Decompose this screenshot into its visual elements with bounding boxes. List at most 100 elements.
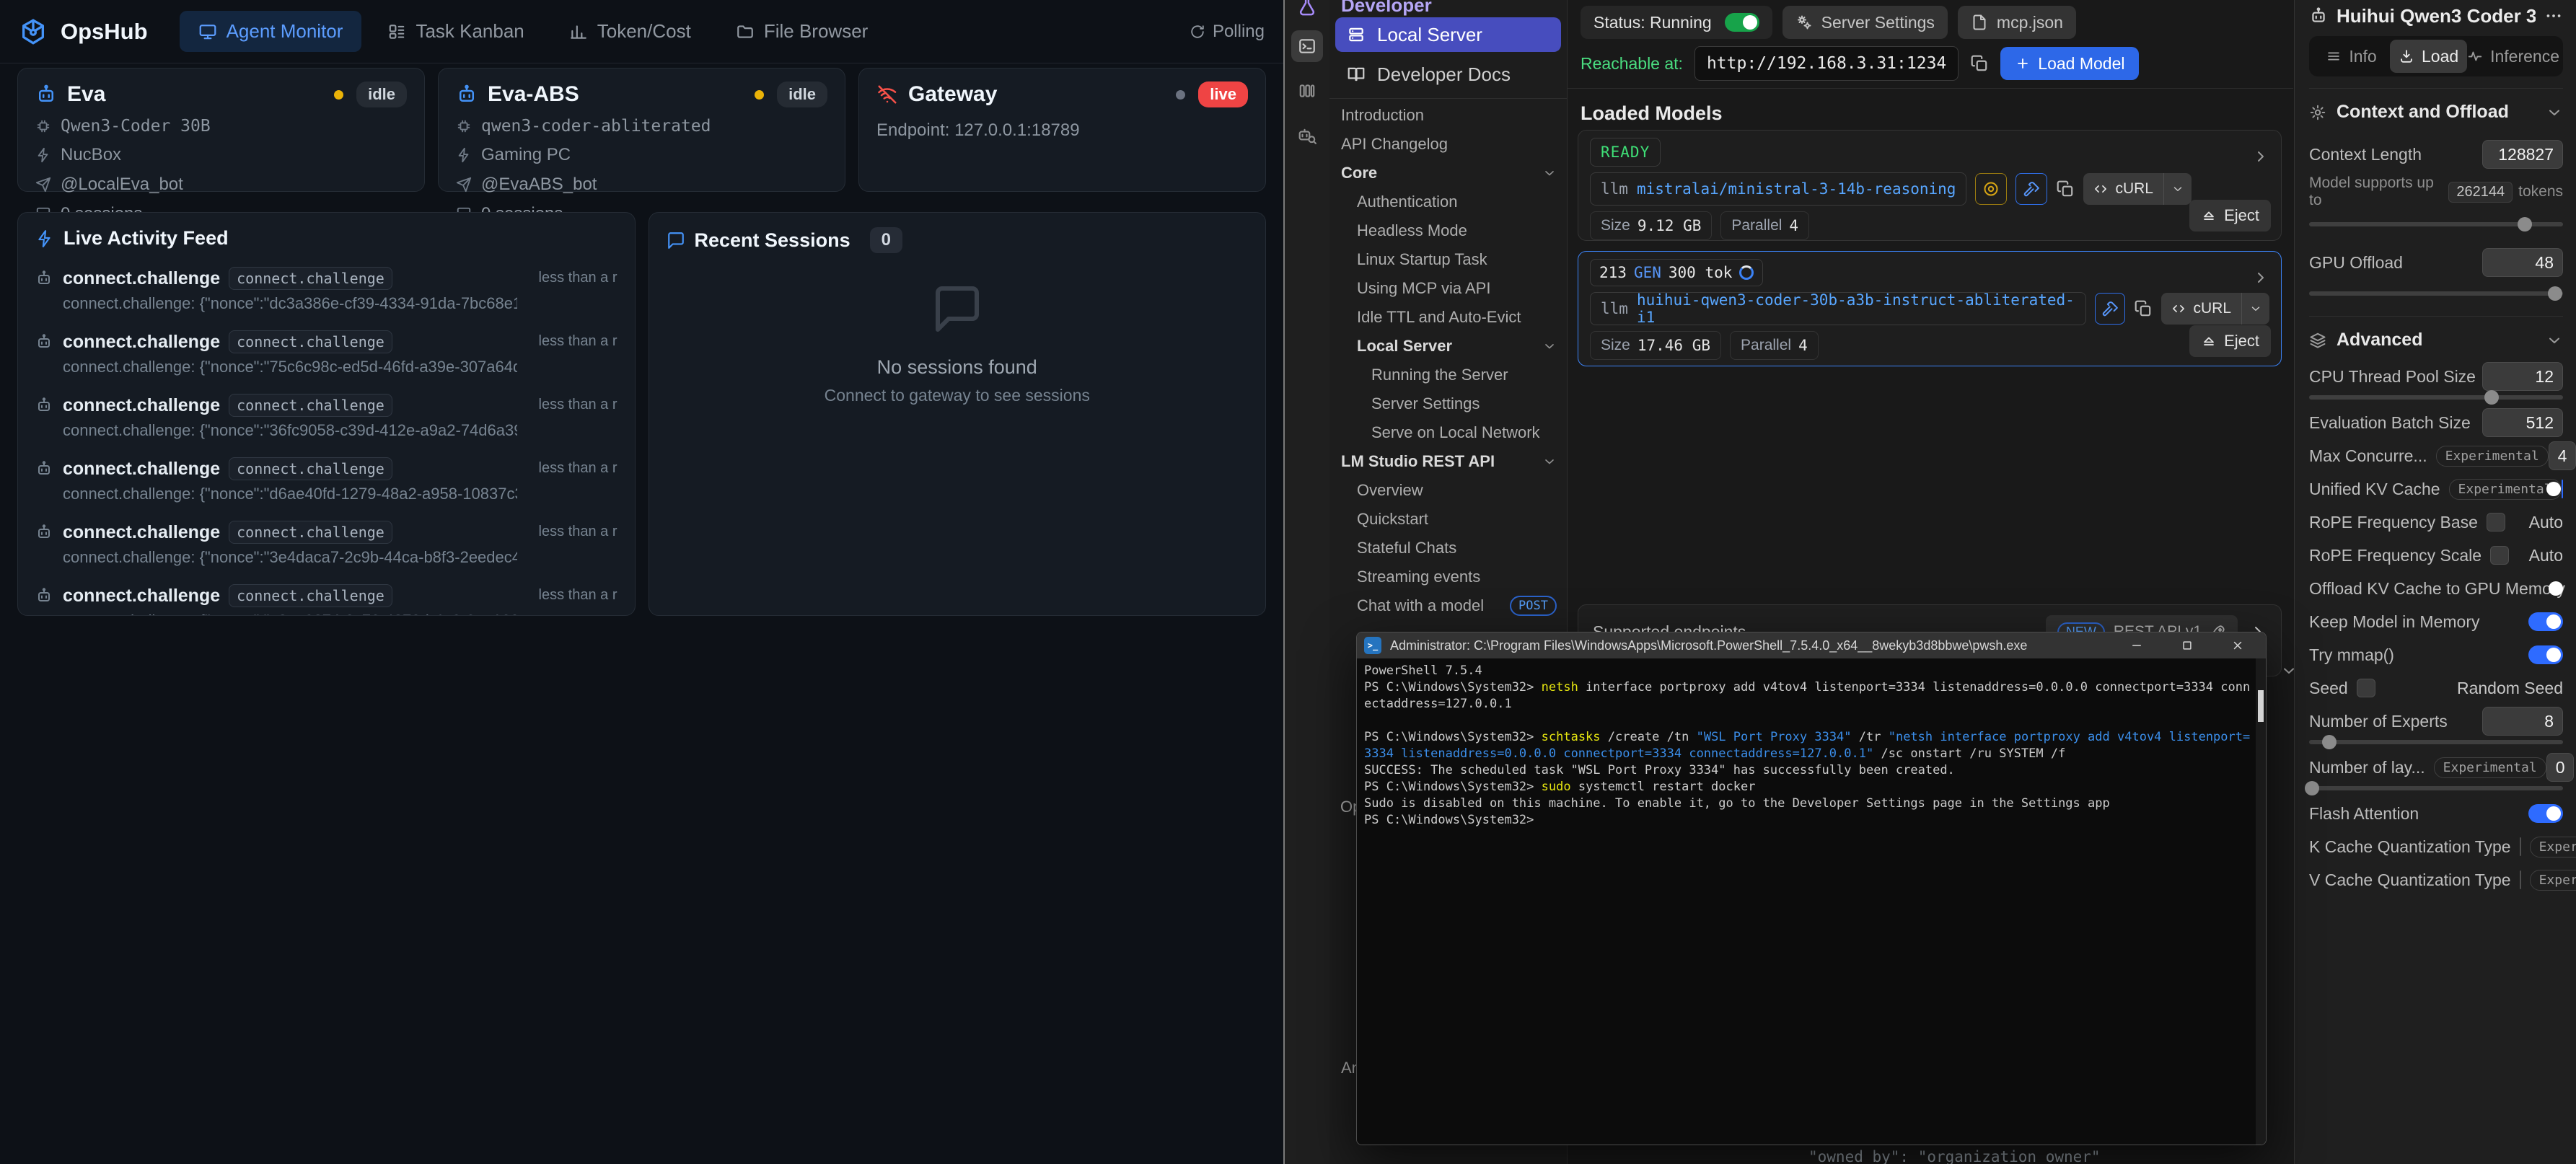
slider-thumb[interactable] — [2305, 781, 2319, 795]
copy-icon[interactable] — [1970, 54, 1989, 73]
docs-nav-item[interactable]: Linux Startup Task — [1329, 245, 1567, 274]
docs-nav-item[interactable]: LM Studio REST API — [1329, 447, 1567, 476]
tab-inference[interactable]: Inference — [2467, 40, 2559, 73]
scrollbar-thumb[interactable] — [2258, 690, 2264, 722]
slider-thumb[interactable] — [2548, 286, 2562, 301]
polling-indicator[interactable]: Polling — [1190, 22, 1265, 42]
close-button[interactable] — [2217, 632, 2259, 658]
agent-card: GatewayliveEndpoint: 127.0.0.1:18789 — [858, 68, 1266, 192]
mcp-json-button[interactable]: mcp.json — [1958, 6, 2076, 39]
value-input[interactable]: 0 — [2546, 753, 2575, 782]
event-type-badge: connect.challenge — [229, 584, 392, 607]
gpu-offload-input[interactable]: 48 — [2482, 248, 2563, 277]
minimize-button[interactable] — [2116, 632, 2158, 658]
copy-icon[interactable] — [2056, 180, 2075, 198]
value-input[interactable]: 4 — [2549, 441, 2576, 470]
max-tokens-value[interactable]: 262144 — [2448, 182, 2513, 203]
eject-button[interactable]: Eject — [2189, 200, 2271, 232]
tab-file-browser[interactable]: File Browser — [717, 11, 887, 52]
slider[interactable] — [2309, 395, 2563, 400]
docs-nav-item[interactable]: Using MCP via API — [1329, 274, 1567, 303]
checkbox[interactable] — [2520, 837, 2521, 856]
docs-nav-item[interactable]: Serve on Local Network — [1329, 418, 1567, 447]
terminal-titlebar[interactable]: >_ Administrator: C:\Program Files\Windo… — [1357, 632, 2266, 658]
docs-nav-item[interactable]: Overview — [1329, 476, 1567, 505]
terminal-scrollbar[interactable] — [2256, 658, 2266, 1145]
curl-dropdown[interactable]: cURL — [2161, 293, 2269, 325]
docs-nav-label: LM Studio REST API — [1341, 452, 1495, 471]
sidebar-item-local-server[interactable]: Local Server — [1335, 17, 1561, 52]
docs-nav-item[interactable]: Authentication — [1329, 188, 1567, 216]
checkbox[interactable] — [2520, 870, 2521, 889]
tab-info[interactable]: Info — [2313, 40, 2390, 73]
context-offload-section-header[interactable]: Context and Offload — [2309, 102, 2563, 123]
event-type-badge: connect.challenge — [229, 457, 392, 480]
tools-capability-button[interactable] — [2015, 173, 2047, 205]
docs-nav-item[interactable]: Idle TTL and Auto-Evict — [1329, 303, 1567, 332]
eject-button[interactable]: Eject — [2189, 325, 2271, 357]
docs-nav-item[interactable]: Server Settings — [1329, 389, 1567, 418]
chevron-right-icon[interactable] — [2252, 148, 2269, 165]
event-detail: connect.challenge: {"nonce":"dc3a386e-cf… — [63, 294, 517, 313]
toggle[interactable] — [2562, 480, 2563, 498]
kanban-icon — [387, 22, 406, 41]
context-length-slider[interactable] — [2309, 222, 2563, 226]
slider[interactable] — [2309, 786, 2563, 790]
vision-capability-button[interactable] — [1975, 173, 2007, 205]
toggle[interactable] — [2528, 804, 2563, 823]
docs-nav-item[interactable]: Introduction — [1329, 101, 1567, 130]
docs-nav-item[interactable]: Headless Mode — [1329, 216, 1567, 245]
docs-nav-item[interactable]: Local Server — [1329, 332, 1567, 361]
developer-flask-icon[interactable] — [1296, 0, 1318, 17]
advanced-section-header[interactable]: Advanced — [2309, 330, 2563, 350]
ellipsis-menu-icon[interactable] — [2544, 6, 2563, 25]
docs-nav-item[interactable]: Streaming events — [1329, 563, 1567, 591]
docs-nav-item[interactable]: Core — [1329, 159, 1567, 188]
toggle[interactable] — [2528, 645, 2563, 664]
sidebar-item-developer-docs[interactable]: Developer Docs — [1335, 59, 1561, 89]
docs-nav-item[interactable]: API Changelog — [1329, 130, 1567, 159]
checkbox[interactable] — [2490, 546, 2509, 565]
terminal-text: /create /tn — [1601, 730, 1697, 744]
value-input[interactable]: 12 — [2482, 362, 2563, 391]
tools-capability-button[interactable] — [2095, 293, 2126, 325]
server-settings-button[interactable]: Server Settings — [1782, 6, 1948, 39]
rail-developer-terminal-button[interactable] — [1291, 30, 1323, 62]
slider[interactable] — [2309, 740, 2563, 744]
slider-thumb[interactable] — [2484, 390, 2499, 405]
tab-token-cost[interactable]: Token/Cost — [550, 11, 710, 52]
rail-columns-button[interactable] — [1291, 75, 1323, 107]
gpu-offload-slider[interactable] — [2309, 291, 2563, 296]
refresh-icon — [1190, 24, 1205, 40]
tab-agent-monitor[interactable]: Agent Monitor — [180, 11, 362, 52]
copy-icon[interactable] — [2134, 299, 2153, 318]
curl-dropdown[interactable]: cURL — [2083, 173, 2192, 205]
rail-model-search-button[interactable] — [1291, 120, 1323, 151]
context-support-note: Model supports up to 262144 tokens — [2309, 175, 2563, 209]
docs-nav-item[interactable]: Quickstart — [1329, 505, 1567, 534]
docs-nav-item[interactable]: Stateful Chats — [1329, 534, 1567, 563]
tab-load[interactable]: Load — [2390, 40, 2467, 73]
value-input[interactable]: 512 — [2482, 408, 2563, 437]
tab-task-kanban[interactable]: Task Kanban — [369, 11, 542, 52]
server-address-field[interactable]: http://192.168.3.31:1234 — [1694, 46, 1959, 81]
model-size-pill: Size9.12 GB — [1590, 211, 1712, 240]
server-toggle[interactable] — [1725, 13, 1759, 32]
toggle[interactable] — [2528, 612, 2563, 631]
chevron-right-icon[interactable] — [2252, 269, 2269, 286]
slider-thumb[interactable] — [2322, 735, 2337, 749]
docs-nav-item[interactable]: Chat with a modelPOST — [1329, 591, 1567, 620]
docs-nav-item[interactable]: Running the Server — [1329, 361, 1567, 389]
checkbox[interactable] — [2357, 679, 2375, 697]
load-model-button[interactable]: Load Model — [2000, 47, 2139, 80]
terminal-body[interactable]: PowerShell 7.5.4PS C:\Windows\System32> … — [1357, 658, 2266, 1145]
maximize-button[interactable] — [2166, 632, 2208, 658]
model-identifier[interactable]: llm huihui-qwen3-coder-30b-a3b-instruct-… — [1590, 292, 2086, 325]
empty-subtitle: Connect to gateway to see sessions — [649, 386, 1266, 405]
model-identifier[interactable]: llm mistralai/ministral-3-14b-reasoning — [1590, 172, 1966, 206]
slider-thumb[interactable] — [2518, 217, 2532, 232]
checkbox[interactable] — [2487, 513, 2505, 532]
tab-label: Agent Monitor — [227, 20, 343, 43]
value-input[interactable]: 8 — [2482, 707, 2563, 736]
context-length-input[interactable]: 128827 — [2482, 140, 2563, 169]
